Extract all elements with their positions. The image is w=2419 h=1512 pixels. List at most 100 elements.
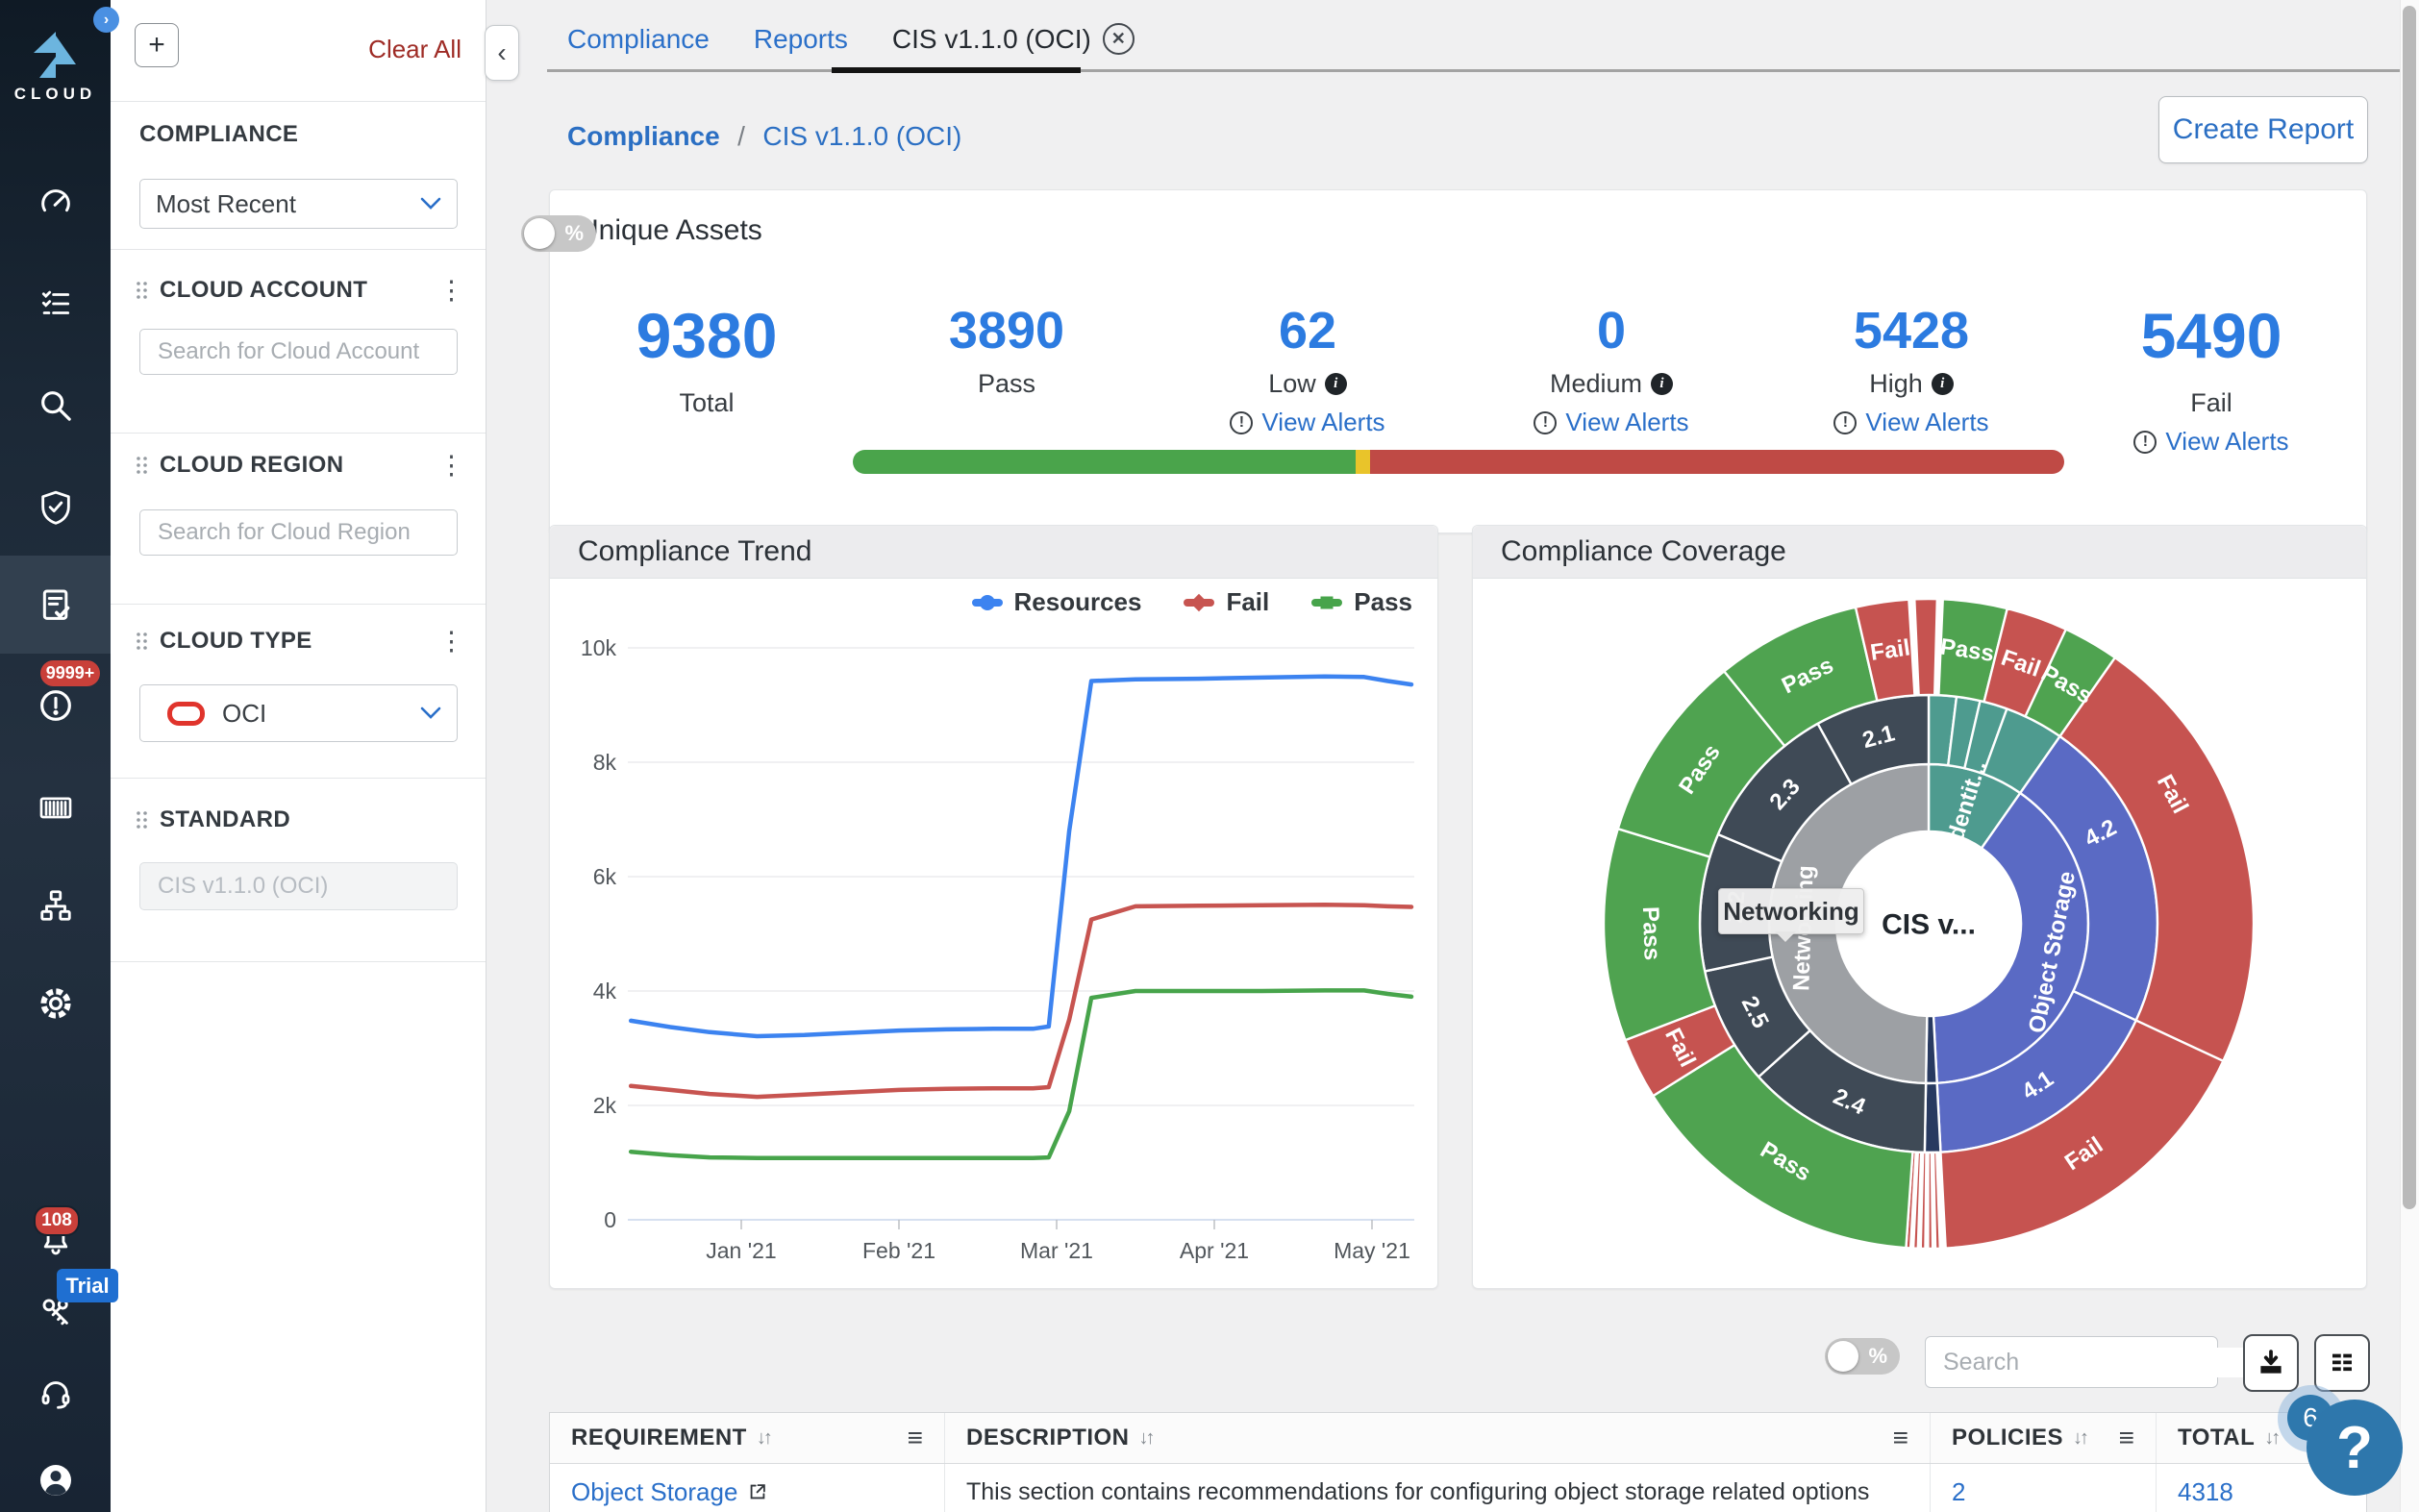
view-alerts-medium[interactable]: !View Alerts: [1496, 408, 1727, 437]
table-percent-toggle[interactable]: %: [1825, 1338, 1900, 1375]
view-alerts-low[interactable]: !View Alerts: [1192, 408, 1423, 437]
column-policies[interactable]: POLICIES ↓↑ ≡: [1931, 1413, 2157, 1463]
view-alerts-high[interactable]: !View Alerts: [1796, 408, 2027, 437]
column-menu-icon[interactable]: ≡: [908, 1423, 923, 1453]
sidebar-item-dashboard[interactable]: [0, 183, 111, 225]
drag-handle-icon[interactable]: [136, 810, 148, 830]
download-button[interactable]: [2243, 1334, 2299, 1392]
sidebar-item-support[interactable]: [0, 1373, 111, 1415]
logo-icon: [30, 32, 82, 80]
view-alerts-label: View Alerts: [1261, 408, 1384, 437]
legend-pass[interactable]: Pass: [1311, 587, 1412, 617]
cloud-type-select[interactable]: OCI: [139, 684, 458, 742]
app-logo[interactable]: [0, 29, 111, 83]
create-report-button[interactable]: Create Report: [2158, 96, 2368, 163]
breadcrumb-compliance[interactable]: Compliance: [567, 121, 720, 151]
help-button[interactable]: ?: [2307, 1400, 2403, 1496]
search-nav-icon: [37, 386, 75, 425]
drag-handle-icon[interactable]: [136, 456, 148, 475]
column-label: TOTAL: [2178, 1425, 2255, 1451]
column-menu-icon[interactable]: ≡: [2119, 1423, 2134, 1453]
kebab-menu-icon[interactable]: ⋮: [438, 456, 464, 475]
cloud-account-section-header: CLOUD ACCOUNT ⋮: [136, 277, 464, 304]
column-requirement[interactable]: REQUIREMENT ↓↑ ≡: [550, 1413, 945, 1463]
notifications-count-badge: 108: [34, 1205, 80, 1236]
breadcrumb-separator: /: [737, 121, 745, 151]
view-alerts-fail[interactable]: !View Alerts: [2096, 427, 2327, 457]
drag-handle-icon[interactable]: [136, 632, 148, 651]
legend-label: Pass: [1354, 587, 1412, 617]
clear-all-filters-link[interactable]: Clear All: [368, 35, 461, 64]
compliance-select[interactable]: Most Recent: [139, 179, 458, 229]
tab-reports[interactable]: Reports: [754, 24, 848, 55]
stat-high: 5428 Highi !View Alerts: [1796, 304, 2027, 437]
requirement-link[interactable]: Object Storage: [571, 1477, 737, 1507]
stat-pass-value: 3890: [891, 304, 1122, 358]
column-description[interactable]: DESCRIPTION ↓↑ ≡: [945, 1413, 1931, 1463]
info-icon[interactable]: i: [1932, 373, 1954, 395]
sidebar-item-profile[interactable]: [0, 1459, 111, 1501]
legend-resources[interactable]: Resources: [972, 587, 1142, 617]
total-count-link[interactable]: 4318: [2178, 1477, 2233, 1507]
stat-pass-label: Pass: [978, 369, 1035, 399]
coverage-sunburst-chart[interactable]: Identit...Object StorageNetworking4.24.1…: [1483, 580, 2358, 1290]
stat-total-label: Total: [679, 388, 734, 418]
tab-cis-v110-oci[interactable]: CIS v1.1.0 (OCI) ✕: [892, 23, 1135, 55]
external-link-icon[interactable]: [747, 1481, 768, 1502]
info-icon[interactable]: i: [1325, 373, 1347, 395]
table-row[interactable]: Object Storage This section contains rec…: [550, 1464, 2366, 1512]
column-settings-button[interactable]: [2314, 1334, 2370, 1392]
standard-search-input[interactable]: [156, 872, 458, 901]
sidebar-item-investigate[interactable]: [0, 384, 111, 427]
table-search-input[interactable]: [1941, 1348, 2255, 1377]
standard-search[interactable]: [139, 862, 458, 910]
sidebar-item-network[interactable]: [0, 884, 111, 927]
cloud-region-search[interactable]: [139, 509, 458, 556]
add-filter-button[interactable]: +: [135, 23, 179, 67]
progress-fail-segment: [1370, 450, 2064, 474]
info-icon[interactable]: i: [1651, 373, 1673, 395]
sidebar-item-compliance-reports[interactable]: [0, 584, 111, 627]
policies-count-link[interactable]: 2: [1952, 1477, 1965, 1507]
toggle-knob: [1828, 1341, 1858, 1372]
tab-bar: Compliance Reports CIS v1.1.0 (OCI) ✕: [567, 23, 1135, 55]
svg-text:Pass: Pass: [1637, 906, 1665, 961]
kebab-menu-icon[interactable]: ⋮: [438, 281, 464, 300]
percent-toggle[interactable]: %: [521, 215, 596, 252]
stat-medium: 0 Mediumi !View Alerts: [1496, 304, 1727, 437]
sidebar-expand-button[interactable]: ›: [93, 7, 119, 33]
sidebar-item-policies[interactable]: [0, 283, 111, 325]
stat-medium-value: 0: [1496, 304, 1727, 358]
sort-icon[interactable]: ↓↑: [2073, 1427, 2086, 1450]
scrollbar-thumb[interactable]: [2403, 6, 2416, 1209]
legend-fail[interactable]: Fail: [1184, 587, 1269, 617]
sunburst-tooltip: Networking: [1718, 888, 1864, 934]
trend-line-chart[interactable]: 02k4k6k8k10kJan '21Feb '21Mar '21Apr '21…: [559, 629, 1429, 1290]
cloud-region-search-input[interactable]: [156, 518, 458, 547]
kebab-menu-icon[interactable]: ⋮: [438, 632, 464, 651]
standard-title: STANDARD: [160, 806, 290, 833]
collapse-filter-panel-button[interactable]: ‹: [485, 25, 519, 81]
svg-text:Mar '21: Mar '21: [1020, 1238, 1093, 1263]
view-alerts-label: View Alerts: [1865, 408, 1988, 437]
stat-high-value: 5428: [1796, 304, 2027, 358]
cloud-account-search-input[interactable]: [156, 337, 458, 366]
tooltip-label: Networking: [1723, 897, 1859, 927]
close-tab-icon[interactable]: ✕: [1103, 23, 1135, 55]
svg-text:2k: 2k: [593, 1093, 617, 1118]
standard-section-header: STANDARD: [136, 806, 464, 833]
sidebar-item-compliance-shield[interactable]: [0, 486, 111, 529]
tab-compliance[interactable]: Compliance: [567, 24, 710, 55]
sidebar-item-containers[interactable]: [0, 786, 111, 829]
fail-marker-icon: [1184, 599, 1214, 607]
sidebar-item-alerts[interactable]: [0, 684, 111, 727]
sort-icon[interactable]: ↓↑: [757, 1427, 770, 1450]
report-check-icon: [37, 586, 75, 625]
cloud-account-search[interactable]: [139, 329, 458, 375]
drag-handle-icon[interactable]: [136, 281, 148, 300]
table-search[interactable]: [1925, 1336, 2218, 1388]
sidebar-item-settings[interactable]: [0, 982, 111, 1025]
sort-icon[interactable]: ↓↑: [1139, 1427, 1153, 1450]
sort-icon[interactable]: ↓↑: [2264, 1427, 2278, 1450]
column-menu-icon[interactable]: ≡: [1893, 1423, 1908, 1453]
